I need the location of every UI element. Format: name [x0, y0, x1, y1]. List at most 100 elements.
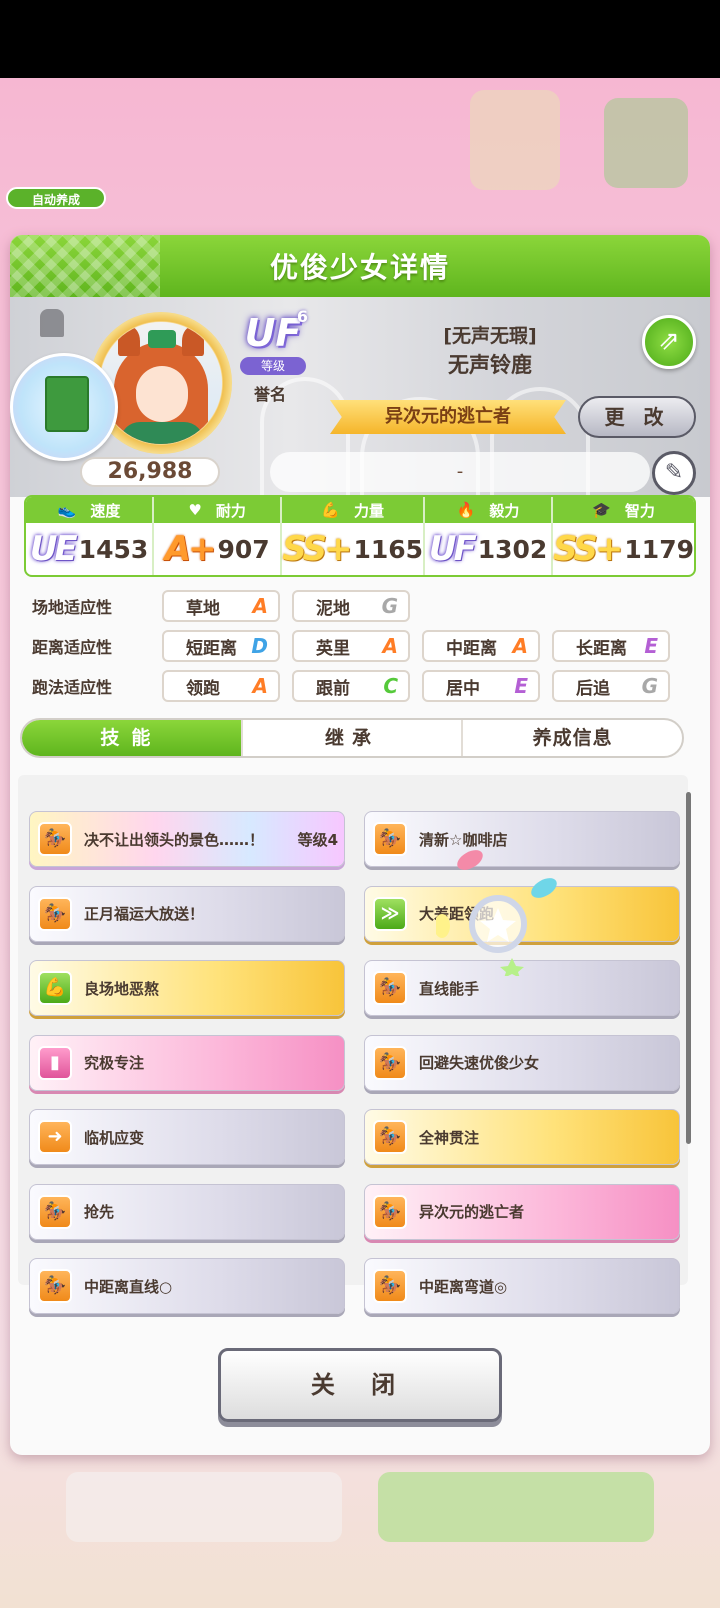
skill-item[interactable]: ➜ 临机应变	[29, 1109, 345, 1165]
stat-rank: SS+	[553, 529, 623, 569]
stat-label: 智力	[624, 501, 655, 520]
background-book-decor	[604, 98, 688, 188]
auto-training-badge[interactable]	[10, 353, 118, 461]
skill-item[interactable]: 💪 良场地恶熬	[29, 960, 345, 1016]
stat-label: 速度	[90, 501, 121, 520]
runner-icon: 🏇	[373, 1269, 407, 1303]
heart-icon: ♥	[188, 501, 202, 519]
skill-item[interactable]: 🏇 回避失速优俊少女	[364, 1034, 680, 1091]
skill-name: 抢先	[84, 1203, 115, 1221]
runner-icon: 🏇	[373, 822, 407, 856]
portrait-ear	[182, 326, 204, 356]
aptitude-grade: G	[381, 594, 398, 618]
skill-item[interactable]: 🏇 异次元的逃亡者	[364, 1183, 680, 1240]
gate-icon: ▮	[38, 1045, 72, 1080]
background-card-decor	[470, 90, 560, 190]
aptitude-chip: 短距离 D	[162, 630, 280, 662]
detail-tabs: 技能 继承 养成信息	[20, 718, 684, 758]
graduation-cap-icon: 🎓	[592, 501, 611, 519]
background-button	[66, 1472, 342, 1542]
runner-icon: 🏇	[373, 1194, 407, 1229]
share-button[interactable]: ⇗	[642, 315, 696, 369]
stat-guts: 🔥 毅力 UF 1302	[425, 497, 554, 575]
runner-icon: 🏇	[38, 896, 72, 931]
aptitude-label: 距离适应性	[32, 638, 113, 657]
shoe-icon: 👟	[57, 501, 77, 519]
close-button[interactable]: 关 闭	[218, 1348, 502, 1422]
aptitude-chip: 后追 G	[552, 670, 670, 702]
skill-name: 中距离弯道◎	[419, 1277, 508, 1296]
stat-speed: 👟 速度 UE 1453	[26, 497, 155, 575]
title-banner: 异次元的逃亡者	[330, 400, 566, 434]
aptitude-grade: A	[512, 634, 528, 658]
portrait-ear	[118, 326, 140, 356]
muscle-icon: 💪	[321, 501, 340, 519]
training-book-icon	[45, 376, 89, 432]
background-button	[378, 1472, 654, 1542]
pencil-icon: ✎	[664, 460, 684, 485]
skill-name: 直线能手	[419, 979, 480, 998]
stat-value: 1179	[624, 534, 694, 564]
aptitude-grade: E	[514, 674, 528, 698]
change-title-button[interactable]: 更 改	[578, 396, 696, 438]
tab-inheritance[interactable]: 继承	[243, 720, 464, 756]
stat-label: 毅力	[489, 501, 520, 520]
stat-rank: UE	[29, 529, 78, 569]
rank-score: 26,988	[80, 457, 220, 487]
skill-item[interactable]: 🏇 决不让出领头的景色……！ 等级4	[29, 811, 345, 867]
stat-rank: SS+	[282, 529, 352, 569]
skill-item[interactable]: 🏇 中距离直线○	[29, 1258, 345, 1314]
skill-level: 等级4	[297, 830, 338, 849]
aptitude-grade: A	[252, 594, 268, 618]
flame-icon: 🔥	[456, 501, 476, 519]
aptitude-strategy-row: 跑法适应性 领跑 A 跟前 C 居中 E 后追 G	[32, 670, 682, 702]
aptitude-chip: 草地 A	[162, 590, 280, 622]
skill-item[interactable]: 🏇 抢先	[29, 1183, 345, 1240]
stat-value: 1302	[477, 534, 548, 564]
aptitude-chip: 泥地 G	[292, 590, 410, 622]
skill-item[interactable]: 🏇 全神贯注	[364, 1109, 680, 1165]
muscle-icon: 💪	[38, 971, 72, 1005]
grade-emblem: UF 6 等级	[238, 307, 308, 377]
aptitude-grade: D	[251, 634, 268, 658]
tab-skills[interactable]: 技能	[22, 720, 243, 756]
stat-label: 耐力	[215, 501, 246, 520]
aptitude-chip: 中距离 A	[422, 630, 540, 662]
stat-rank: A+	[164, 529, 217, 569]
aptitude-grade: E	[644, 634, 658, 658]
portrait-uniform	[120, 422, 204, 444]
runner-icon: 🏇	[373, 1045, 407, 1080]
chess-piece-icon	[40, 309, 64, 337]
skill-item[interactable]: 🏇 中距离弯道◎	[364, 1258, 680, 1314]
stat-value: 1453	[78, 534, 149, 564]
aptitude-label: 跑法适应性	[32, 678, 113, 697]
stat-power: 💪 力量 SS+ 1165	[282, 497, 426, 575]
character-epithet: [无声无瑕]	[443, 325, 537, 347]
arrow-icon: ➜	[38, 1120, 72, 1154]
stat-stamina: ♥ 耐力 A+ 907	[154, 497, 283, 575]
sparkle-effect-icon	[436, 850, 557, 976]
skill-name: 良场地恶熬	[84, 979, 160, 998]
speed-lines-icon: ≫	[373, 896, 407, 931]
skill-item[interactable]: ▮ 究极专注	[29, 1034, 345, 1091]
skill-name: 决不让出领头的景色……！	[84, 830, 265, 849]
tab-training-info[interactable]: 养成信息	[463, 720, 682, 756]
honor-label: 誉名	[254, 385, 287, 404]
skill-name: 正月福运大放送！	[84, 905, 205, 923]
character-portrait[interactable]	[100, 322, 222, 444]
aptitude-chip: 长距离 E	[552, 630, 670, 662]
portrait-face	[136, 366, 188, 422]
panel-title-bar: 优俊少女详情	[10, 235, 710, 297]
runner-icon: 🏇	[38, 822, 72, 856]
grade-ribbon: 等级	[240, 357, 306, 375]
aptitude-grade: A	[382, 634, 398, 658]
panel-title: 优俊少女详情	[269, 251, 450, 284]
stat-value: 907	[217, 534, 270, 564]
stats-table: 👟 速度 UE 1453 ♥ 耐力 A+ 907 💪 力量 SS+ 1165 🔥 毅力 UF 1…	[24, 495, 696, 577]
aptitude-chip: 居中 E	[422, 670, 540, 702]
skills-scrollbar[interactable]	[686, 792, 691, 1144]
skill-item[interactable]: 🏇 正月福运大放送！	[29, 885, 345, 942]
skill-name: 异次元的逃亡者	[419, 1203, 525, 1221]
edit-comment-button[interactable]: ✎	[652, 451, 696, 495]
aptitude-track-row: 场地适应性 草地 A 泥地 G	[32, 590, 422, 622]
